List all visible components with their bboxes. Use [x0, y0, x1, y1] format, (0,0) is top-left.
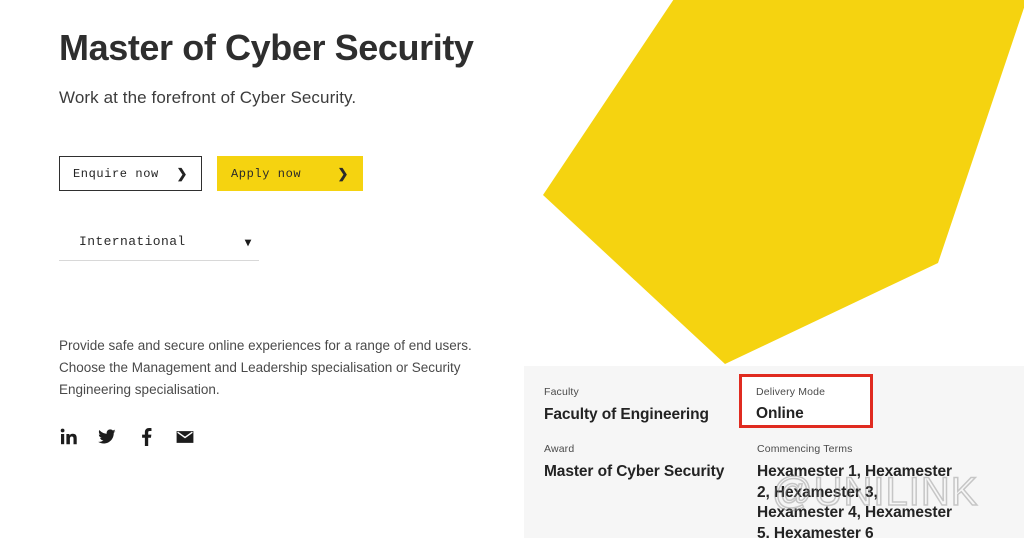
info-label: Commencing Terms — [757, 442, 853, 455]
twitter-icon[interactable] — [98, 428, 116, 446]
enquire-now-label: Enquire now — [73, 166, 159, 181]
linkedin-icon[interactable] — [59, 428, 77, 446]
apply-now-button[interactable]: Apply now ❯ — [217, 156, 363, 192]
chevron-right-icon: ❯ — [176, 166, 188, 182]
delivery-mode-annotation: Delivery Mode Online — [739, 374, 873, 428]
email-icon[interactable] — [176, 428, 194, 446]
hero-content: Master of Cyber Security Work at the for… — [59, 0, 519, 446]
info-label: Award — [544, 442, 575, 455]
hero-yellow-shape — [543, 0, 1024, 364]
info-value: Faculty of Engineering — [544, 406, 709, 423]
info-label: Faculty — [544, 386, 579, 398]
info-column-left: Faculty Faculty of Engineering Award Mas… — [544, 386, 752, 538]
apply-now-label: Apply now — [231, 166, 302, 181]
info-item-commencing-terms: Commencing Terms Hexamester 1, Hexameste… — [757, 443, 965, 538]
social-links — [59, 427, 519, 446]
cta-button-row: Enquire now ❯ Apply now ❯ — [59, 156, 519, 192]
info-value: Master of Cyber Security — [544, 462, 725, 480]
audience-select[interactable]: International ▾ — [59, 234, 259, 262]
course-description: Provide safe and secure online experienc… — [59, 338, 472, 398]
facebook-icon[interactable] — [137, 427, 155, 446]
info-value: Hexamester 1, Hexamester 2, Hexamester 3… — [757, 462, 952, 538]
annotation-label: Delivery Mode — [756, 386, 826, 398]
page-title: Master of Cyber Security — [59, 27, 474, 68]
chevron-down-icon: ▾ — [244, 234, 251, 249]
course-page: Master of Cyber Security Work at the for… — [0, 0, 1024, 538]
info-item-award: Award Master of Cyber Security — [544, 443, 752, 483]
audience-select-value: International — [79, 234, 186, 250]
enquire-now-button[interactable]: Enquire now ❯ — [59, 156, 202, 192]
annotation-value: Online — [756, 405, 804, 422]
info-item-faculty: Faculty Faculty of Engineering — [544, 386, 752, 426]
chevron-right-icon: ❯ — [337, 166, 349, 182]
page-subtitle: Work at the forefront of Cyber Security. — [59, 88, 357, 108]
